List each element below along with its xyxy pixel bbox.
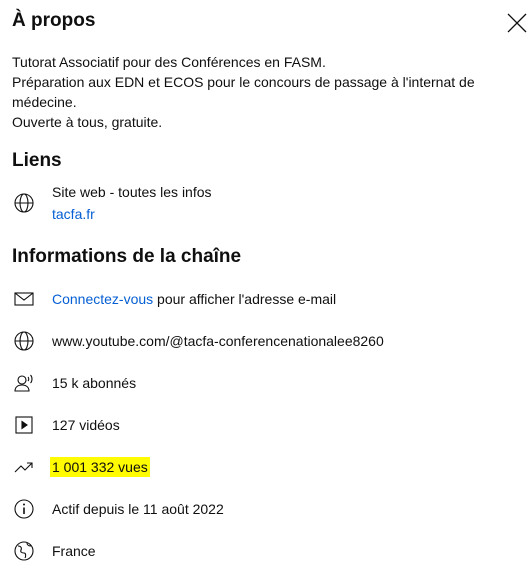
dialog-title: À propos — [12, 10, 96, 31]
about-dialog: À propos Tutorat Associatif pour des Con… — [0, 0, 531, 566]
description-line: Préparation aux EDN et ECOS pour le conc… — [12, 74, 475, 90]
mail-icon — [12, 287, 36, 311]
link-title: Site web - toutes les infos — [52, 184, 212, 200]
close-icon[interactable] — [505, 11, 529, 35]
view-count: 1 001 332 vues — [52, 459, 148, 475]
globe-icon — [12, 191, 36, 215]
links-heading: Liens — [12, 150, 62, 171]
description-line: Tutorat Associatif pour des Conférences … — [12, 54, 326, 70]
video-count: 127 vidéos — [52, 417, 120, 433]
globe-icon — [12, 539, 36, 563]
channel-info-heading: Informations de la chaîne — [12, 246, 242, 267]
country: France — [52, 543, 96, 559]
joined-date: Actif depuis le 11 août 2022 — [52, 501, 224, 517]
subscriber-count: 15 k abonnés — [52, 375, 137, 391]
channel-url-row: www.youtube.com/@tacfa-conferencenationa… — [12, 329, 384, 353]
signin-link[interactable]: Connectez-vous — [52, 291, 153, 307]
channel-description: Tutorat Associatif pour des Conférences … — [12, 52, 512, 132]
globe-icon — [12, 329, 36, 353]
description-line: médecine. — [12, 94, 77, 110]
link-url[interactable]: tacfa.fr — [52, 203, 212, 225]
videos-row: 127 vidéos — [12, 413, 120, 437]
views-row: 1 001 332 vues — [12, 455, 148, 479]
joined-row: Actif depuis le 11 août 2022 — [12, 497, 224, 521]
subscribers-row: 15 k abonnés — [12, 371, 136, 395]
description-line: Ouverte à tous, gratuite. — [12, 114, 163, 130]
play-box-icon — [12, 413, 36, 437]
channel-url[interactable]: www.youtube.com/@tacfa-conferencenationa… — [52, 333, 384, 349]
signin-suffix: pour afficher l'adresse e-mail — [153, 291, 337, 307]
person-radio-icon — [12, 371, 36, 395]
link-item-website[interactable]: Site web - toutes les infos tacfa.fr — [12, 181, 212, 225]
country-row: France — [12, 539, 96, 563]
trending-icon — [12, 455, 36, 479]
email-row: Connectez-vous pour afficher l'adresse e… — [12, 287, 336, 311]
info-icon — [12, 497, 36, 521]
